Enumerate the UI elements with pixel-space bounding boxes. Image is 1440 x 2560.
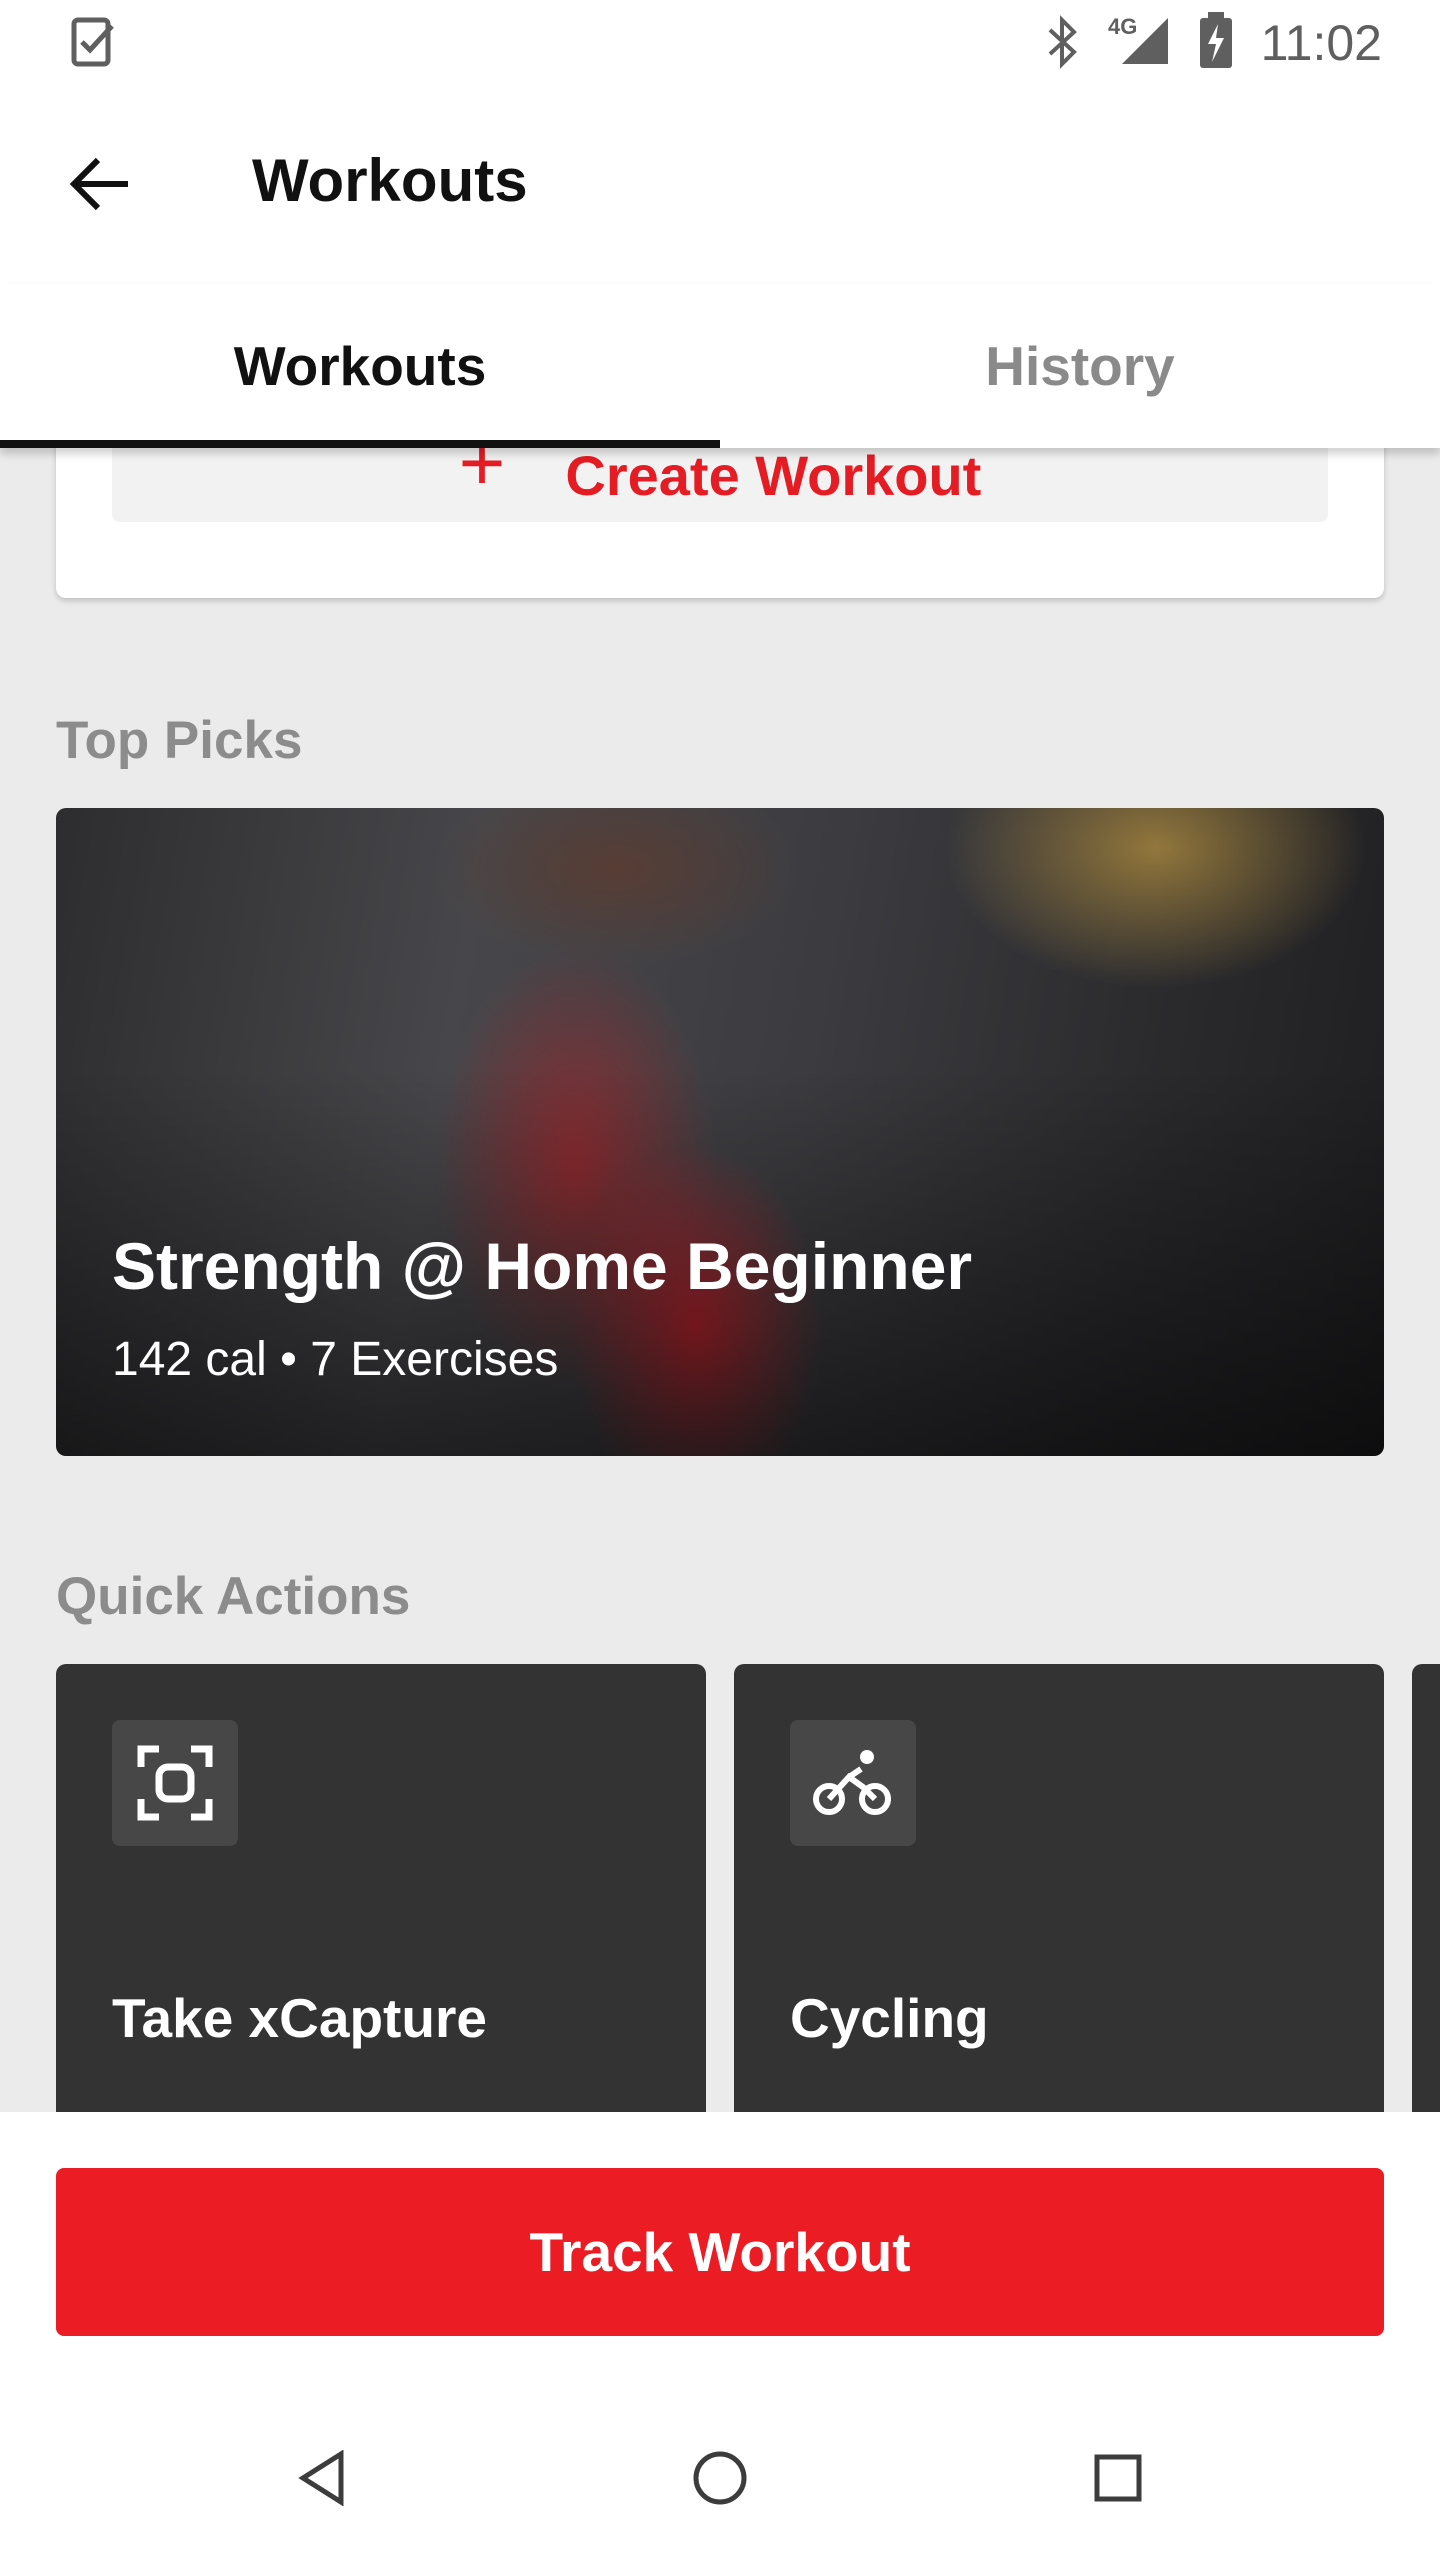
top-pick-title: Strength @ Home Beginner	[112, 1229, 973, 1303]
bluetooth-icon	[1048, 15, 1077, 69]
nav-back-button[interactable]	[272, 2428, 372, 2528]
quick-actions-heading: Quick Actions	[56, 1567, 411, 1626]
top-picks-heading: Top Picks	[56, 711, 303, 770]
back-button[interactable]	[40, 124, 160, 244]
workouts-content[interactable]: + Create Workout Top Picks Strength @ Ho…	[0, 448, 1440, 2112]
create-workout-label: Create Workout	[565, 448, 982, 507]
circle-home-icon	[693, 2451, 747, 2505]
quick-action-next[interactable]	[1412, 1664, 1440, 2112]
status-bar: 4G 11:02	[0, 0, 1440, 84]
tab-bar: Workouts History	[0, 284, 1440, 448]
track-workout-button[interactable]: Track Workout	[56, 2168, 1384, 2336]
task-check-icon	[71, 17, 114, 67]
nav-recents-button[interactable]	[1068, 2428, 1168, 2528]
signal-icon	[1122, 18, 1168, 64]
quick-action-label: Cycling	[790, 1987, 989, 2049]
bottom-action-bar: Track Workout	[0, 2112, 1440, 2396]
arrow-left-icon	[69, 157, 128, 211]
scan-frame-icon	[112, 1720, 238, 1846]
system-nav-bar	[0, 2396, 1440, 2560]
app-bar: Workouts	[0, 84, 1440, 284]
create-workout-button[interactable]: + Create Workout	[112, 448, 1328, 522]
triangle-back-icon	[298, 2450, 344, 2506]
square-recents-icon	[1094, 2454, 1142, 2502]
tab-workouts[interactable]: Workouts	[0, 284, 720, 448]
tab-selected-indicator	[0, 440, 720, 448]
quick-action-label: Take xCapture	[112, 1987, 487, 2049]
quick-action-cycling[interactable]: Cycling	[734, 1664, 1384, 2112]
status-time: 11:02	[1260, 15, 1382, 71]
create-workout-card: + Create Workout	[56, 448, 1384, 598]
page-title: Workouts	[252, 147, 528, 214]
tab-history[interactable]: History	[720, 284, 1440, 448]
top-pick-card[interactable]: Strength @ Home Beginner 142 cal • 7 Exe…	[56, 808, 1384, 1456]
plus-icon: +	[458, 448, 506, 507]
quick-action-take-xcapture[interactable]: Take xCapture	[56, 1664, 706, 2112]
battery-charging-icon	[1200, 12, 1232, 68]
bicycle-icon	[790, 1720, 916, 1846]
nav-home-button[interactable]	[670, 2428, 770, 2528]
top-pick-subtitle: 142 cal • 7 Exercises	[112, 1333, 559, 1386]
